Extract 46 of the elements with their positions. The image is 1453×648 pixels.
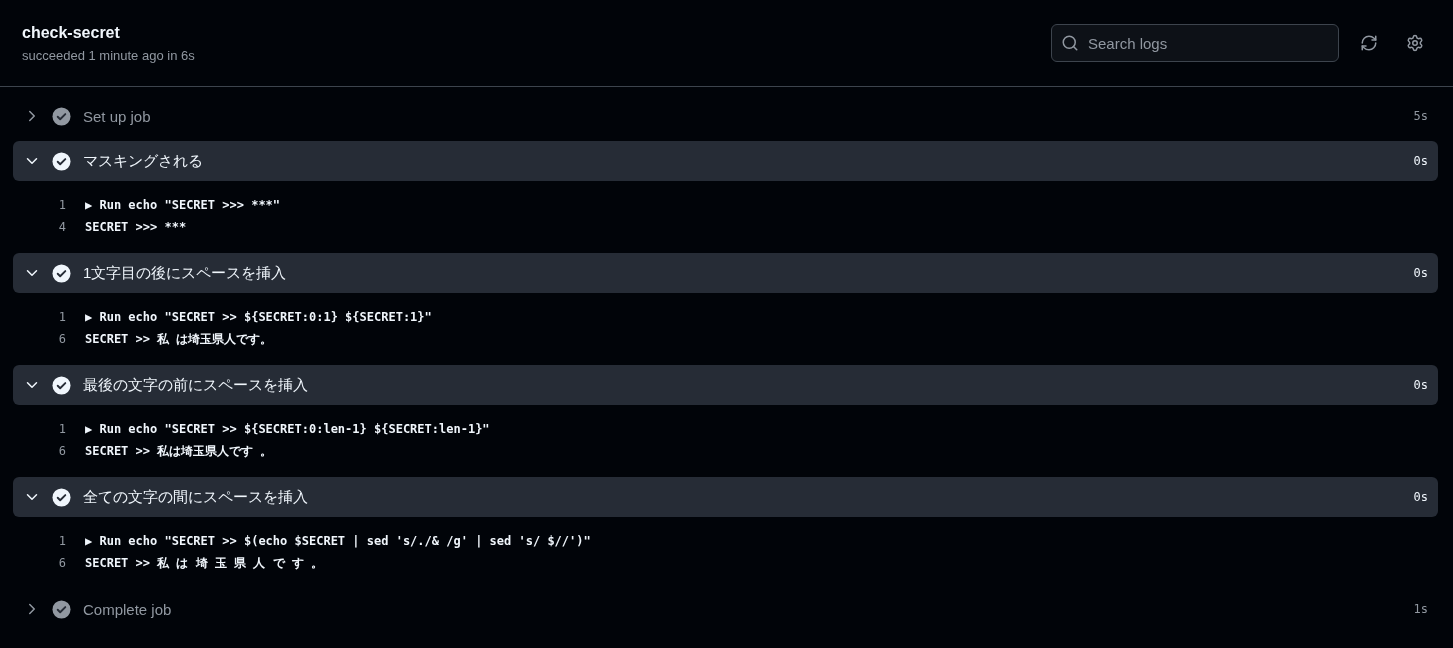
step-header[interactable]: マスキングされる 0s bbox=[13, 141, 1438, 181]
log-line: SECRET >> 私 は 埼 玉 県 人 で す 。 bbox=[85, 554, 324, 572]
log-line: ▶ Run echo "SECRET >> ${SECRET:0:len-1} ${SECRET:len-1}" bbox=[85, 422, 490, 436]
step-header[interactable]: Complete job 1s bbox=[13, 589, 1438, 629]
step-duration: 0s bbox=[1413, 378, 1428, 392]
step-header[interactable]: 1文字目の後にスペースを挿入 0s bbox=[13, 253, 1438, 293]
job-title: check-secret bbox=[22, 23, 121, 42]
step-duration: 1s bbox=[1413, 602, 1428, 616]
step-name: 最後の文字の前にスペースを挿入 bbox=[83, 375, 309, 395]
step-header[interactable]: 全ての文字の間にスペースを挿入 0s bbox=[13, 477, 1438, 517]
step-name: Complete job bbox=[83, 600, 173, 618]
check-circle-icon bbox=[52, 599, 71, 619]
line-number: 6 bbox=[57, 556, 67, 570]
check-circle-icon bbox=[52, 106, 71, 126]
log-line: ▶ Run echo "SECRET >> ${SECRET:0:1} ${SECRET:1}" bbox=[85, 310, 432, 324]
check-circle-icon bbox=[52, 151, 71, 171]
step-header[interactable]: 最後の文字の前にスペースを挿入 0s bbox=[13, 365, 1438, 405]
log-line: ▶ Run echo "SECRET >> $(echo $SECRET | sed 's/./& /g' | sed 's/ $//')" bbox=[85, 534, 591, 548]
log-line: SECRET >>> *** bbox=[85, 220, 187, 234]
step-duration: 0s bbox=[1413, 154, 1428, 168]
step-name: 全ての文字の間にスペースを挿入 bbox=[83, 487, 309, 507]
step-duration: 5s bbox=[1413, 109, 1428, 123]
log-line: ▶ Run echo "SECRET >>> ***" bbox=[85, 198, 281, 212]
refresh-icon bbox=[1360, 34, 1378, 52]
step-duration: 0s bbox=[1413, 266, 1428, 280]
job-status: succeeded 1 minute ago in 6s bbox=[22, 47, 195, 63]
line-number: 1 bbox=[57, 198, 67, 212]
log-line: SECRET >> 私 は埼玉県人です。 bbox=[85, 330, 273, 348]
check-circle-icon bbox=[52, 263, 71, 283]
step-name: Set up job bbox=[83, 107, 152, 125]
line-number: 1 bbox=[57, 534, 67, 548]
step-header[interactable]: Set up job 5s bbox=[13, 96, 1438, 136]
search-icon bbox=[1061, 34, 1079, 52]
line-number: 1 bbox=[57, 422, 67, 436]
log-line: SECRET >> 私は埼玉県人です 。 bbox=[85, 442, 273, 460]
line-number: 6 bbox=[57, 444, 67, 458]
check-circle-icon bbox=[52, 375, 71, 395]
line-number: 1 bbox=[57, 310, 67, 324]
search-field[interactable]: Search logs bbox=[1051, 24, 1339, 62]
step-duration: 0s bbox=[1413, 490, 1428, 504]
settings-icon bbox=[1406, 34, 1424, 52]
step-name: 1文字目の後にスペースを挿入 bbox=[83, 263, 288, 283]
line-number: 4 bbox=[57, 220, 67, 234]
step-name: マスキングされる bbox=[83, 151, 204, 171]
check-circle-icon bbox=[52, 487, 71, 507]
line-number: 6 bbox=[57, 332, 67, 346]
